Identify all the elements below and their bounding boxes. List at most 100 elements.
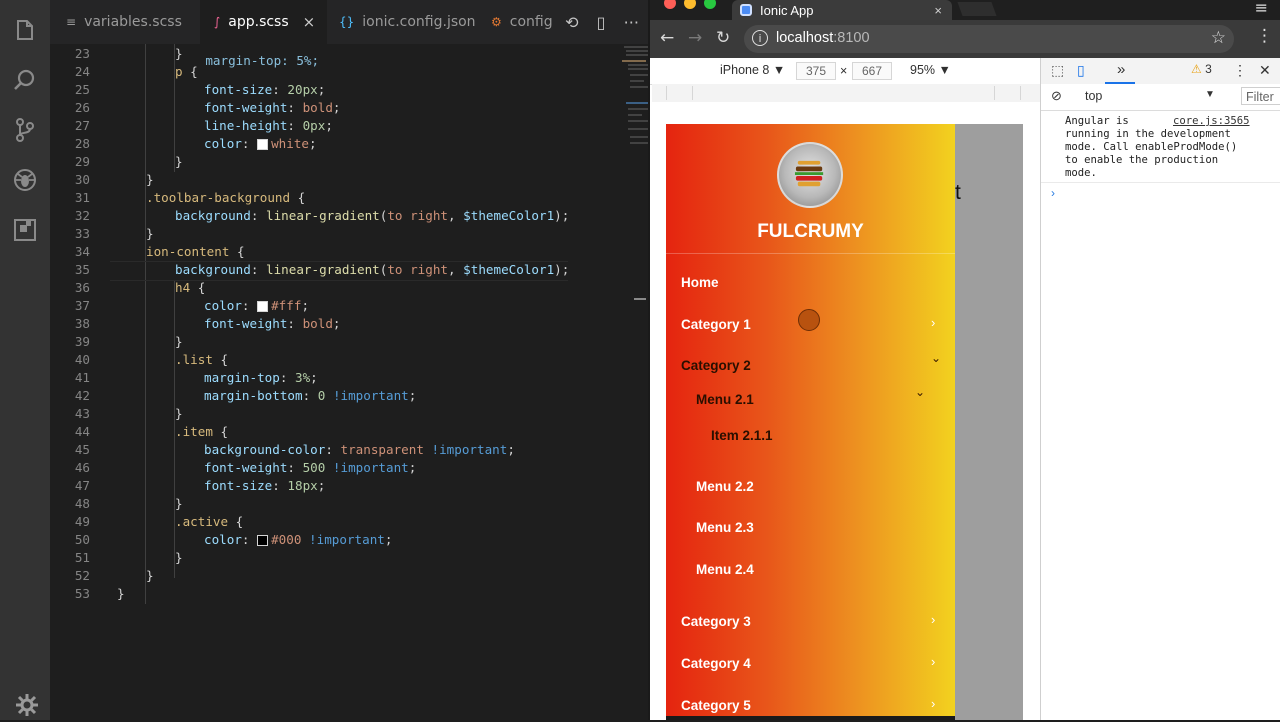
warning-icon: ⚠ xyxy=(1191,62,1202,76)
code-token: ; xyxy=(332,100,341,115)
close-devtools-icon[interactable]: ✕ xyxy=(1259,62,1271,79)
color-swatch[interactable] xyxy=(257,535,269,546)
chevron-down-icon[interactable]: ▼ xyxy=(1205,89,1215,100)
tab-config[interactable]: ⚙ config xyxy=(477,0,567,44)
code-token: ; xyxy=(310,370,318,385)
code-token: !important xyxy=(332,460,409,475)
menu-item-menu-2-3[interactable]: Menu 2.3 xyxy=(696,520,754,535)
code-token: , xyxy=(448,208,464,223)
console-prompt[interactable]: › xyxy=(1051,186,1055,200)
menu-item-category-4[interactable]: Category 4 xyxy=(681,656,751,671)
inspect-element-icon[interactable]: ⬚ xyxy=(1051,62,1064,79)
code-text: font-weight: bold; xyxy=(204,99,341,117)
search-icon[interactable] xyxy=(12,67,38,93)
menu-item-category-3[interactable]: Category 3 xyxy=(681,614,751,629)
minimize-window-button[interactable] xyxy=(684,0,696,9)
back-arrow-icon[interactable]: ← xyxy=(660,28,674,48)
line-number: 49 xyxy=(74,514,90,529)
extensions-icon[interactable] xyxy=(12,217,38,243)
code-token: margin-bottom xyxy=(204,388,303,403)
close-browser-tab-icon[interactable]: × xyxy=(934,3,942,18)
source-control-icon[interactable] xyxy=(12,117,38,143)
viewport-width-input[interactable]: 375 xyxy=(796,62,836,80)
code-token: : xyxy=(287,100,303,115)
menu-item-menu-2-1[interactable]: Menu 2.1 xyxy=(696,392,754,407)
forward-arrow-icon[interactable]: → xyxy=(688,28,702,48)
device-toggle-icon[interactable]: ▯ xyxy=(1077,62,1085,79)
bookmark-star-icon[interactable]: ☆ xyxy=(1211,28,1226,48)
code-token: ; xyxy=(408,460,417,475)
tab-variables-scss[interactable]: ≡ variables.scss xyxy=(50,0,200,44)
code-editor[interactable]: margin-top: 5%; 23} 24 p {25 font-size: 20p… xyxy=(50,44,648,720)
code-text: } xyxy=(175,45,183,63)
code-token: : xyxy=(241,136,258,151)
menu-item-menu-2-4[interactable]: Menu 2.4 xyxy=(696,562,754,577)
line-number: 46 xyxy=(74,460,90,475)
scrollbar-marker[interactable] xyxy=(634,298,646,300)
minimap[interactable] xyxy=(620,44,648,154)
close-tab-icon[interactable]: × xyxy=(303,13,316,31)
line-number: 28 xyxy=(74,136,90,151)
code-text: h4 { xyxy=(175,279,205,297)
line-number: 31 xyxy=(74,190,90,205)
menu-item-category-5[interactable]: Category 5 xyxy=(681,698,751,713)
code-token: } xyxy=(175,154,183,169)
media-query-ruler[interactable] xyxy=(652,84,1040,103)
chrome-menu-icon[interactable]: ⋮ xyxy=(1256,26,1273,46)
code-text: background: linear-gradient(to right, $t… xyxy=(175,207,569,225)
split-editor-icon[interactable]: ▯ xyxy=(597,13,606,32)
line-number: 38 xyxy=(74,316,90,331)
line-number: 32 xyxy=(74,208,90,223)
tab-ionic-config-json[interactable]: {} ionic.config.json xyxy=(327,0,477,44)
clear-console-icon[interactable]: ⊘ xyxy=(1051,88,1062,104)
code-token: ; xyxy=(408,388,417,403)
address-bar[interactable]: i localhost:8100 ☆ xyxy=(744,25,1234,53)
color-swatch[interactable] xyxy=(257,301,269,312)
page-content-backdrop[interactable] xyxy=(954,124,1023,720)
code-token: } xyxy=(175,550,183,565)
menu-item-category-2[interactable]: Category 2 xyxy=(681,358,751,373)
console-filter-input[interactable]: Filter xyxy=(1241,87,1280,105)
debug-icon[interactable] xyxy=(12,167,38,193)
code-token: transparent xyxy=(340,442,424,457)
emulated-phone-screen: t FULCRUMY Home Category 1 › Category 2 ⌄ Men… xyxy=(666,124,1023,720)
code-text: ion-content { xyxy=(146,243,245,261)
site-info-icon[interactable]: i xyxy=(752,30,768,46)
menu-item-menu-2-2[interactable]: Menu 2.2 xyxy=(696,479,754,494)
code-token: } xyxy=(146,226,154,241)
menu-item-category-1[interactable]: Category 1 xyxy=(681,317,751,332)
tab-app-scss[interactable]: ∫ app.scss × xyxy=(200,0,327,44)
explorer-icon[interactable] xyxy=(12,17,38,43)
code-token: ; xyxy=(317,82,326,97)
more-tabs-icon[interactable]: » xyxy=(1117,61,1125,78)
code-token: linear-gradient xyxy=(266,262,380,277)
color-swatch[interactable] xyxy=(257,139,269,150)
open-changes-icon[interactable]: ⟲ xyxy=(565,13,578,32)
menu-item-home[interactable]: Home xyxy=(681,275,719,290)
code-token: } xyxy=(175,406,183,421)
zoom-select[interactable]: 95% ▼ xyxy=(910,63,951,77)
devtools-menu-icon[interactable]: ⋮ xyxy=(1233,62,1247,79)
more-actions-icon[interactable]: ··· xyxy=(624,13,639,32)
code-token: 20px xyxy=(287,82,318,97)
line-number: 53 xyxy=(74,586,90,601)
maximize-window-button[interactable] xyxy=(704,0,716,9)
line-number: 33 xyxy=(74,226,90,241)
settings-gear-icon[interactable] xyxy=(14,692,38,716)
page-title-peek: t xyxy=(955,181,961,204)
browser-tab[interactable]: Ionic App × xyxy=(732,0,952,20)
reload-icon[interactable]: ↻ xyxy=(716,28,730,48)
code-token: #000 xyxy=(271,532,302,547)
context-select[interactable]: top xyxy=(1085,89,1102,103)
new-tab-button[interactable] xyxy=(957,2,997,16)
window-menu-icon[interactable]: ≡ xyxy=(1255,0,1268,17)
viewport-height-input[interactable]: 667 xyxy=(852,62,892,80)
device-select[interactable]: iPhone 8 ▼ xyxy=(720,63,785,77)
warnings-badge[interactable]: ⚠ 3 xyxy=(1191,62,1212,76)
code-text: } xyxy=(146,567,154,585)
menu-item-item-2-1-1[interactable]: Item 2.1.1 xyxy=(711,428,773,443)
console-source-link[interactable]: core.js:3565 xyxy=(1173,115,1250,127)
close-window-button[interactable] xyxy=(664,0,676,9)
code-text: font-weight: bold; xyxy=(204,315,341,333)
